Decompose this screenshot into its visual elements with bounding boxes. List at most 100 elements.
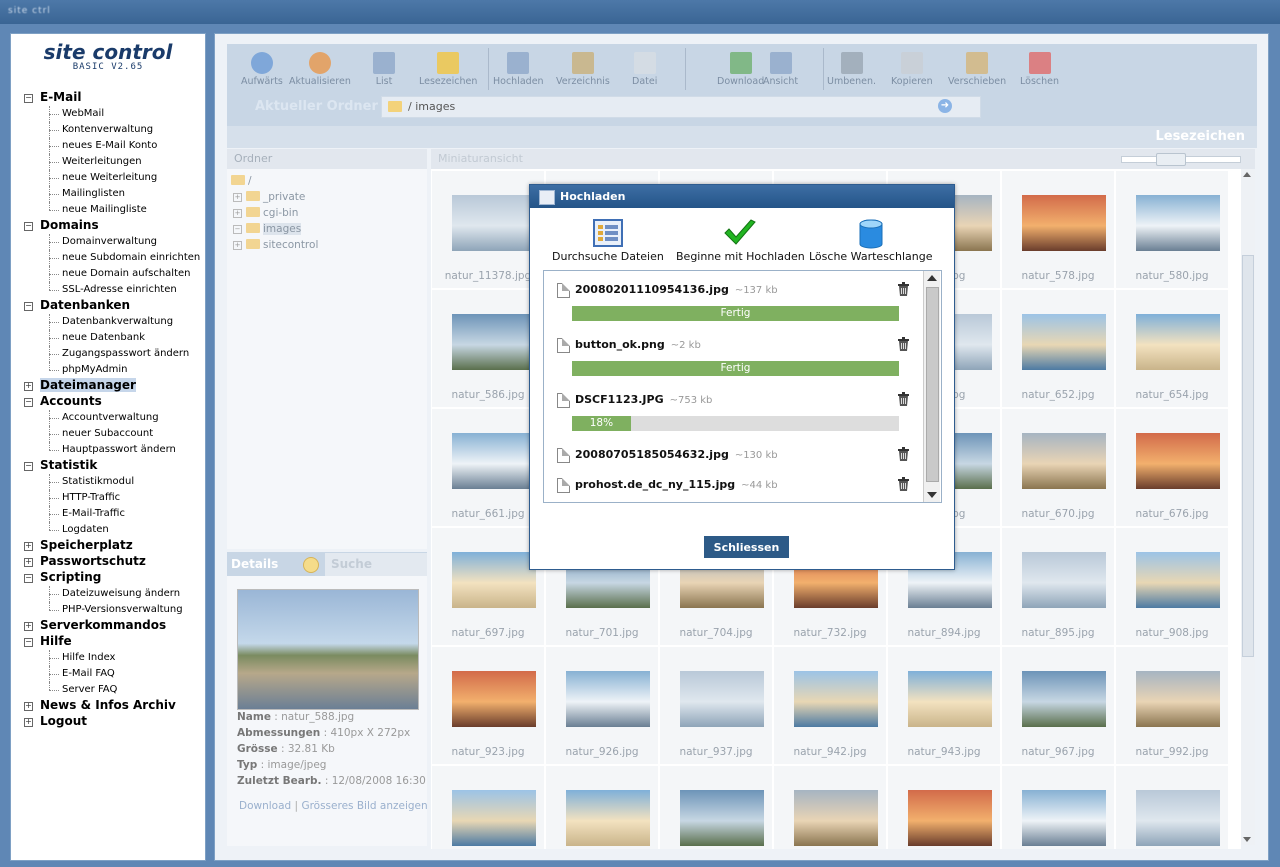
tab-details[interactable]: Details — [231, 557, 278, 571]
nav-item-label[interactable]: neuer Subaccount — [62, 428, 153, 439]
scroll-thumb[interactable] — [926, 287, 939, 482]
expand-icon[interactable]: + — [24, 558, 33, 567]
toolbar-upload-button[interactable]: Hochladen — [493, 52, 544, 87]
expand-icon[interactable]: + — [233, 209, 242, 218]
thumbnail-item[interactable] — [660, 766, 772, 849]
trash-icon[interactable] — [897, 447, 910, 461]
folder-item-images[interactable]: − images — [233, 223, 302, 235]
trash-icon[interactable] — [897, 282, 910, 296]
nav-item[interactable]: neuer Subaccount — [11, 426, 205, 442]
clear-queue-button[interactable]: Lösche Warteschlange — [809, 219, 932, 263]
folder-item-cgi-bin[interactable]: + cgi-bin — [233, 207, 298, 219]
start-upload-button[interactable]: Beginne mit Hochladen — [676, 219, 805, 263]
thumbnail-image[interactable] — [680, 790, 764, 846]
nav-item-label[interactable]: Hauptpasswort ändern — [62, 444, 176, 455]
nav-item-label[interactable]: neue Subdomain einrichten — [62, 252, 200, 263]
nav-item-label[interactable]: PHP-Versionsverwaltung — [62, 604, 183, 615]
nav-item[interactable]: Domainverwaltung — [11, 234, 205, 250]
collapse-icon[interactable]: − — [24, 574, 33, 583]
collapse-icon[interactable]: − — [233, 225, 242, 234]
thumbnail-image[interactable] — [1022, 552, 1106, 608]
toolbar-copy-button[interactable]: Kopieren — [891, 52, 933, 87]
expand-icon[interactable]: + — [24, 702, 33, 711]
thumbnail-item[interactable] — [888, 766, 1000, 849]
collapse-icon[interactable]: − — [24, 222, 33, 231]
nav-item[interactable]: WebMail — [11, 106, 205, 122]
nav-item-label[interactable]: neue Mailingliste — [62, 204, 147, 215]
nav-item[interactable]: Mailinglisten — [11, 186, 205, 202]
download-link[interactable]: Download — [239, 800, 291, 812]
nav-item-label[interactable]: Mailinglisten — [62, 188, 125, 199]
thumbnail-image[interactable] — [1022, 671, 1106, 727]
toolbar-arrow-up-button[interactable]: Aufwärts — [241, 52, 283, 87]
nav-item-label[interactable]: SSL-Adresse einrichten — [62, 284, 177, 295]
thumbnail-image[interactable] — [1136, 195, 1220, 251]
expand-icon[interactable]: + — [24, 382, 33, 391]
nav-section-label[interactable]: Speicherplatz — [40, 538, 133, 552]
folder-item-private[interactable]: + _private — [233, 191, 305, 203]
go-arrow-icon[interactable]: ➜ — [938, 99, 952, 113]
nav-item-label[interactable]: E-Mail FAQ — [62, 668, 115, 679]
trash-icon[interactable] — [897, 337, 910, 351]
nav-item[interactable]: Server FAQ — [11, 682, 205, 698]
nav-item-label[interactable]: phpMyAdmin — [62, 364, 127, 375]
tab-search[interactable]: Suche — [325, 553, 427, 576]
nav-section-label[interactable]: Hilfe — [40, 634, 72, 648]
thumbnail-image[interactable] — [794, 790, 878, 846]
thumbnail-item[interactable]: natur_943.jpg — [888, 647, 1000, 764]
nav-item[interactable]: neue Domain aufschalten — [11, 266, 205, 282]
nav-section-label[interactable]: Statistik — [40, 458, 97, 472]
nav-section[interactable]: + Dateimanager — [11, 378, 205, 394]
thumbnail-image[interactable] — [1022, 433, 1106, 489]
thumbnail-item[interactable]: natur_11378.jpg — [432, 171, 544, 288]
nav-item[interactable]: Hilfe Index — [11, 650, 205, 666]
collapse-icon[interactable]: − — [24, 302, 33, 311]
nav-item[interactable]: neue Weiterleitung — [11, 170, 205, 186]
nav-item[interactable]: Accountverwaltung — [11, 410, 205, 426]
thumbnail-image[interactable] — [1136, 790, 1220, 846]
thumbnail-image[interactable] — [1136, 552, 1220, 608]
thumbnail-item[interactable]: natur_895.jpg — [1002, 528, 1114, 645]
nav-section-label[interactable]: News & Infos Archiv — [40, 698, 176, 712]
thumbnail-item[interactable]: natur_937.jpg — [660, 647, 772, 764]
scroll-thumb[interactable] — [1242, 255, 1254, 657]
folder-root[interactable]: / — [231, 175, 252, 187]
toolbar-rename-button[interactable]: Umbenen. — [827, 52, 876, 87]
slider-handle[interactable] — [1156, 153, 1186, 166]
thumbnail-item[interactable] — [1002, 766, 1114, 849]
thumbnail-item[interactable]: natur_923.jpg — [432, 647, 544, 764]
nav-item[interactable]: Hauptpasswort ändern — [11, 442, 205, 458]
thumbnail-image[interactable] — [1022, 314, 1106, 370]
nav-item-label[interactable]: Statistikmodul — [62, 476, 134, 487]
nav-section-label[interactable]: Datenbanken — [40, 298, 130, 312]
thumbnail-image[interactable] — [566, 790, 650, 846]
thumbnail-item[interactable]: natur_926.jpg — [546, 647, 658, 764]
expand-icon[interactable]: + — [24, 622, 33, 631]
nav-item[interactable]: SSL-Adresse einrichten — [11, 282, 205, 298]
thumbnail-item[interactable] — [546, 766, 658, 849]
thumbnail-item[interactable] — [1116, 766, 1228, 849]
thumbnail-item[interactable]: natur_580.jpg — [1116, 171, 1228, 288]
nav-section-label[interactable]: Passwortschutz — [40, 554, 146, 568]
thumbnail-image[interactable] — [794, 671, 878, 727]
toolbar-view-button[interactable]: Ansicht — [763, 52, 798, 87]
nav-section-label[interactable]: E-Mail — [40, 90, 81, 104]
trash-icon[interactable] — [897, 392, 910, 406]
larger-image-link[interactable]: Grösseres Bild anzeigen — [301, 800, 427, 812]
scroll-up-icon[interactable] — [927, 275, 937, 281]
nav-item-label[interactable]: HTTP-Traffic — [62, 492, 120, 503]
nav-item-label[interactable]: Datenbankverwaltung — [62, 316, 173, 327]
nav-section-label[interactable]: Accounts — [40, 394, 102, 408]
nav-item[interactable]: neue Subdomain einrichten — [11, 250, 205, 266]
nav-item-label[interactable]: neue Weiterleitung — [62, 172, 157, 183]
nav-section[interactable]: + Passwortschutz — [11, 554, 205, 570]
collapse-icon[interactable]: − — [24, 94, 33, 103]
thumbnail-item[interactable]: natur_670.jpg — [1002, 409, 1114, 526]
collapse-icon[interactable]: − — [24, 398, 33, 407]
thumbnail-item[interactable] — [774, 766, 886, 849]
bookmarks-bar[interactable]: Lesezeichen — [227, 126, 1257, 148]
nav-section[interactable]: − Datenbanken — [11, 298, 205, 314]
toolbar-new-folder-button[interactable]: Verzeichnis — [556, 52, 610, 87]
nav-section[interactable]: − Domains — [11, 218, 205, 234]
scroll-down-icon[interactable] — [1243, 837, 1251, 842]
